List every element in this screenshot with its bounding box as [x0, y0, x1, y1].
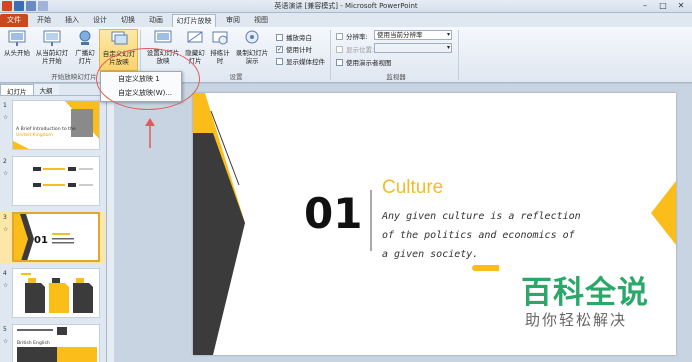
- tab-home[interactable]: 开始: [32, 14, 56, 27]
- resolution-select[interactable]: 使用当前分辨率 ▾: [374, 30, 452, 40]
- chevron-down-icon: ▾: [446, 44, 450, 51]
- slide-thumb-preview: [12, 156, 100, 206]
- resolution-label: 分辨率:: [336, 31, 368, 41]
- slide-thumbnail[interactable]: 1 ☆ A Brief Introduction to the United K…: [0, 100, 105, 152]
- slide-thumbnail-selected[interactable]: 3 ☆ 01: [0, 212, 105, 264]
- animation-star-icon: ☆: [3, 114, 9, 121]
- maximize-button[interactable]: □: [654, 0, 672, 12]
- use-presenter-view-checkbox[interactable]: 使用演示者视图: [336, 57, 392, 67]
- section-heading[interactable]: Culture: [382, 177, 443, 199]
- thumb-subtitle: United Kingdom: [16, 133, 53, 138]
- setup-show-icon: [154, 30, 172, 43]
- svg-text:01: 01: [34, 235, 48, 246]
- custom-show-icon: [111, 31, 127, 45]
- use-timings-checkbox[interactable]: ✓ 使用计时: [276, 44, 312, 54]
- slide-thumbnail[interactable]: 4 ☆: [0, 268, 105, 320]
- watermark-subtitle: 助你轻松解决: [525, 311, 628, 329]
- chevron-down-icon: ▾: [446, 31, 450, 38]
- show-media-controls-checkbox[interactable]: 显示媒体控件: [276, 56, 325, 66]
- broadcast-icon: [79, 30, 91, 45]
- animation-star-icon: ☆: [3, 170, 9, 177]
- annotation-circle: [96, 48, 200, 110]
- panel-scrollbar[interactable]: [107, 84, 114, 362]
- watermark-title: 百科全说: [521, 275, 649, 311]
- checkbox-box: [336, 58, 343, 66]
- group-separator: [330, 30, 331, 80]
- slide-thumb-art: [13, 101, 99, 149]
- record-icon: [245, 30, 259, 44]
- tab-outline[interactable]: 大纲: [33, 84, 59, 95]
- from-current-slide-button[interactable]: 从当前幻灯片开始: [33, 29, 71, 65]
- slide-thumb-preview: [12, 268, 100, 318]
- broadcast-slide-show-button[interactable]: 广播幻灯片: [73, 29, 97, 65]
- record-slide-show-button[interactable]: 录制幻灯片演示: [234, 29, 270, 65]
- group-separator: [458, 30, 459, 80]
- hide-slide-icon: [187, 31, 203, 43]
- animation-star-icon: ☆: [3, 282, 9, 289]
- slide-thumbnail[interactable]: 2 ☆: [0, 156, 105, 208]
- ribbon-tabs: 文件 开始 插入 设计 切换 动画 幻灯片放映 审阅 视图: [0, 13, 692, 27]
- slides-panel: 幻灯片 大纲 1 ☆ A Brief Introduction to the U…: [0, 84, 107, 362]
- body-line: of the politics and economics of: [382, 230, 575, 241]
- slide-thumb-art: [33, 167, 93, 187]
- close-button[interactable]: ✕: [672, 0, 690, 12]
- rehearse-timings-button[interactable]: 排练计时: [208, 29, 232, 65]
- play-narrations-checkbox[interactable]: 播放旁白: [276, 32, 312, 42]
- tab-insert[interactable]: 插入: [60, 14, 84, 27]
- slideshow-start-icon: [8, 30, 26, 46]
- show-on-select[interactable]: ▾: [374, 43, 452, 53]
- checkbox-box: [276, 33, 283, 41]
- tab-slides[interactable]: 幻灯片: [0, 84, 34, 96]
- thumb-title: British English: [17, 341, 50, 346]
- window-controls: – □ ✕: [636, 0, 690, 12]
- slide-thumb-preview: 01: [12, 212, 100, 262]
- watermark: 百科全说 助你轻松解决: [499, 253, 667, 337]
- slide-thumb-art: 01: [14, 214, 74, 260]
- slide-thumb-art: [21, 273, 93, 313]
- tab-file[interactable]: 文件: [0, 14, 28, 27]
- timer-icon: [212, 31, 228, 45]
- slide-thumb-preview: A Brief Introduction to the United Kingd…: [12, 100, 100, 150]
- checkbox-checked: ✓: [276, 45, 283, 53]
- animation-star-icon: ☆: [3, 226, 9, 233]
- minimize-button[interactable]: –: [636, 0, 654, 12]
- slide-number: 5: [3, 326, 7, 333]
- slide-thumbnail[interactable]: 5 ☆ British English: [0, 324, 105, 362]
- group-label-monitors: 监视器: [386, 73, 406, 81]
- tab-transitions[interactable]: 切换: [116, 14, 140, 27]
- monitor-icon: [336, 32, 343, 40]
- annotation-arrow-icon: [145, 118, 155, 148]
- slide-number: 1: [3, 102, 7, 109]
- from-beginning-button[interactable]: 从头开始: [2, 29, 32, 57]
- slide-number: 4: [3, 270, 7, 277]
- animation-star-icon: ☆: [3, 338, 9, 345]
- tab-view[interactable]: 视图: [250, 14, 272, 27]
- body-line: Any given culture is a reflection: [382, 211, 581, 222]
- tab-design[interactable]: 设计: [88, 14, 112, 27]
- tab-slide-show[interactable]: 幻灯片放映: [172, 14, 216, 27]
- panel-tabs: 幻灯片 大纲: [0, 84, 106, 96]
- checkbox-box: [276, 57, 283, 65]
- tab-animations[interactable]: 动画: [144, 14, 168, 27]
- show-on-label: 显示位置:: [336, 44, 374, 54]
- section-number[interactable]: 01: [304, 190, 362, 238]
- slide-number: 2: [3, 158, 7, 165]
- slideshow-current-icon: [43, 30, 61, 46]
- title-bar: 英语演讲 [兼容模式] - Microsoft PowerPoint – □ ✕: [0, 0, 692, 13]
- slide-thumb-preview: British English: [12, 324, 100, 362]
- slide-number: 3: [3, 214, 7, 221]
- window-title: 英语演讲 [兼容模式] - Microsoft PowerPoint: [274, 2, 418, 10]
- monitor-icon: [336, 45, 343, 53]
- thumb-title: A Brief Introduction to the: [16, 127, 76, 132]
- tab-review[interactable]: 审阅: [222, 14, 244, 27]
